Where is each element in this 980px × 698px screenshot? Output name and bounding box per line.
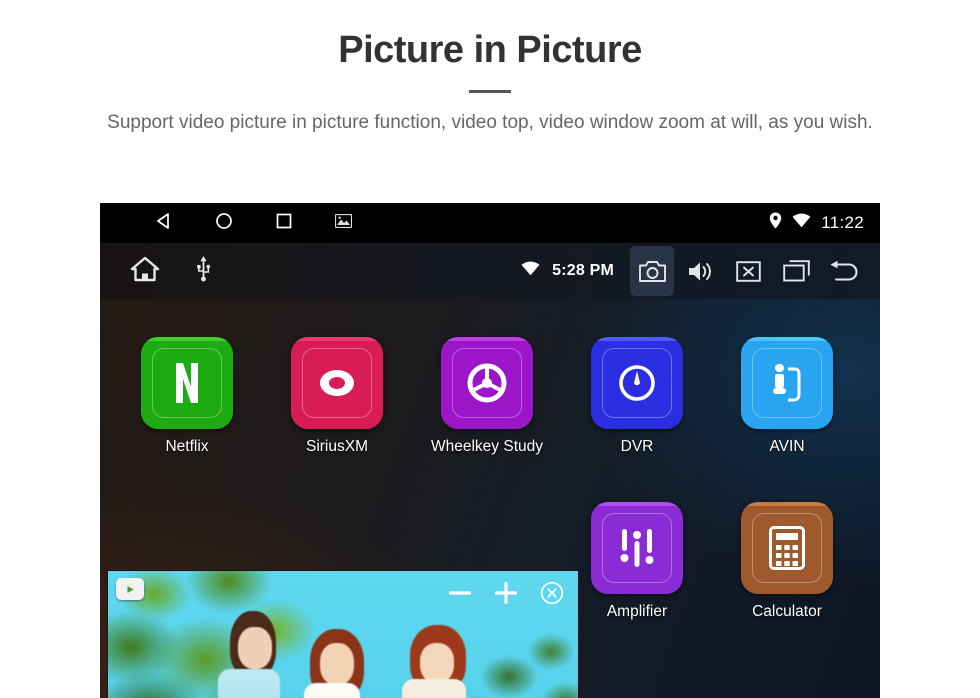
- netflix-icon: [141, 337, 233, 429]
- av-jack-glyph: [741, 337, 833, 429]
- netflix-glyph: [141, 337, 233, 429]
- siriusxm-glyph: [291, 337, 383, 429]
- gauge-icon: [591, 337, 683, 429]
- gauge-glyph: [591, 337, 683, 429]
- close-pip-button[interactable]: [536, 577, 568, 609]
- home-icon[interactable]: [130, 256, 160, 287]
- app-item-siriusxm[interactable]: SiriusXM: [272, 337, 402, 456]
- promo-header: Picture in Picture Support video picture…: [0, 0, 980, 136]
- status-bar-right: 11:22: [769, 212, 864, 234]
- wheelkey-glyph: [441, 337, 533, 429]
- page-subtitle: Support video picture in picture functio…: [107, 111, 873, 133]
- status-clock: 11:22: [821, 213, 864, 232]
- camera-button[interactable]: [630, 246, 674, 296]
- app-toolbar: 5:28 PM: [100, 243, 880, 299]
- equalizer-glyph: [591, 502, 683, 594]
- shrink-button[interactable]: [444, 577, 476, 609]
- device-screen: 11:22 5:28 PM Netflix SiriusXM Wheelkey …: [100, 203, 880, 698]
- recent-apps-button[interactable]: [774, 246, 818, 296]
- back-button[interactable]: [822, 246, 866, 296]
- calculator-glyph: [741, 502, 833, 594]
- app-item-calculator[interactable]: Calculator: [722, 502, 852, 621]
- navigation-bar: [155, 212, 353, 235]
- app-label: Netflix: [165, 438, 209, 455]
- app-toolbar-left: [130, 255, 211, 287]
- enlarge-button[interactable]: [490, 577, 522, 609]
- title-divider: [469, 89, 511, 93]
- android-status-bar: 11:22: [100, 203, 880, 243]
- wheelkey-icon: [441, 337, 533, 429]
- pip-video-window[interactable]: Seicar: [108, 571, 578, 698]
- app-item-wheelkey-study[interactable]: Wheelkey Study: [422, 337, 552, 456]
- app-label: DVR: [620, 438, 654, 455]
- av-jack-icon: [741, 337, 833, 429]
- app-label: Wheelkey Study: [431, 438, 543, 455]
- volume-button[interactable]: [678, 246, 722, 296]
- app-label: SiriusXM: [305, 438, 368, 455]
- app-toolbar-right: 5:28 PM: [521, 246, 866, 296]
- wifi-icon: [521, 261, 540, 281]
- toolbar-clock: 5:28 PM: [552, 262, 614, 279]
- app-item-dvr[interactable]: DVR: [572, 337, 702, 456]
- screenshot-icon[interactable]: [334, 213, 353, 233]
- calculator-icon: [741, 502, 833, 594]
- close-app-button[interactable]: [726, 246, 770, 296]
- app-label: Calculator: [752, 603, 822, 620]
- home-icon[interactable]: [215, 212, 233, 235]
- usb-icon[interactable]: [196, 255, 211, 287]
- app-label: Amplifier: [606, 603, 668, 620]
- app-label: AVIN: [769, 438, 805, 455]
- pip-window-controls: [444, 577, 568, 609]
- video-play-badge-icon: [116, 578, 144, 600]
- recents-icon[interactable]: [275, 212, 293, 235]
- app-item-netflix[interactable]: Netflix: [122, 337, 252, 456]
- location-pin-icon: [769, 212, 782, 234]
- app-item-amplifier[interactable]: Amplifier: [572, 502, 702, 621]
- page-title: Picture in Picture: [338, 29, 642, 71]
- equalizer-icon: [591, 502, 683, 594]
- siriusxm-icon: [291, 337, 383, 429]
- back-icon[interactable]: [155, 212, 173, 235]
- home-screen-desktop: Netflix SiriusXM Wheelkey Study DVR AVIN…: [100, 299, 880, 698]
- app-item-avin[interactable]: AVIN: [722, 337, 852, 456]
- scene-person-right: [376, 623, 496, 698]
- wifi-icon: [792, 213, 811, 233]
